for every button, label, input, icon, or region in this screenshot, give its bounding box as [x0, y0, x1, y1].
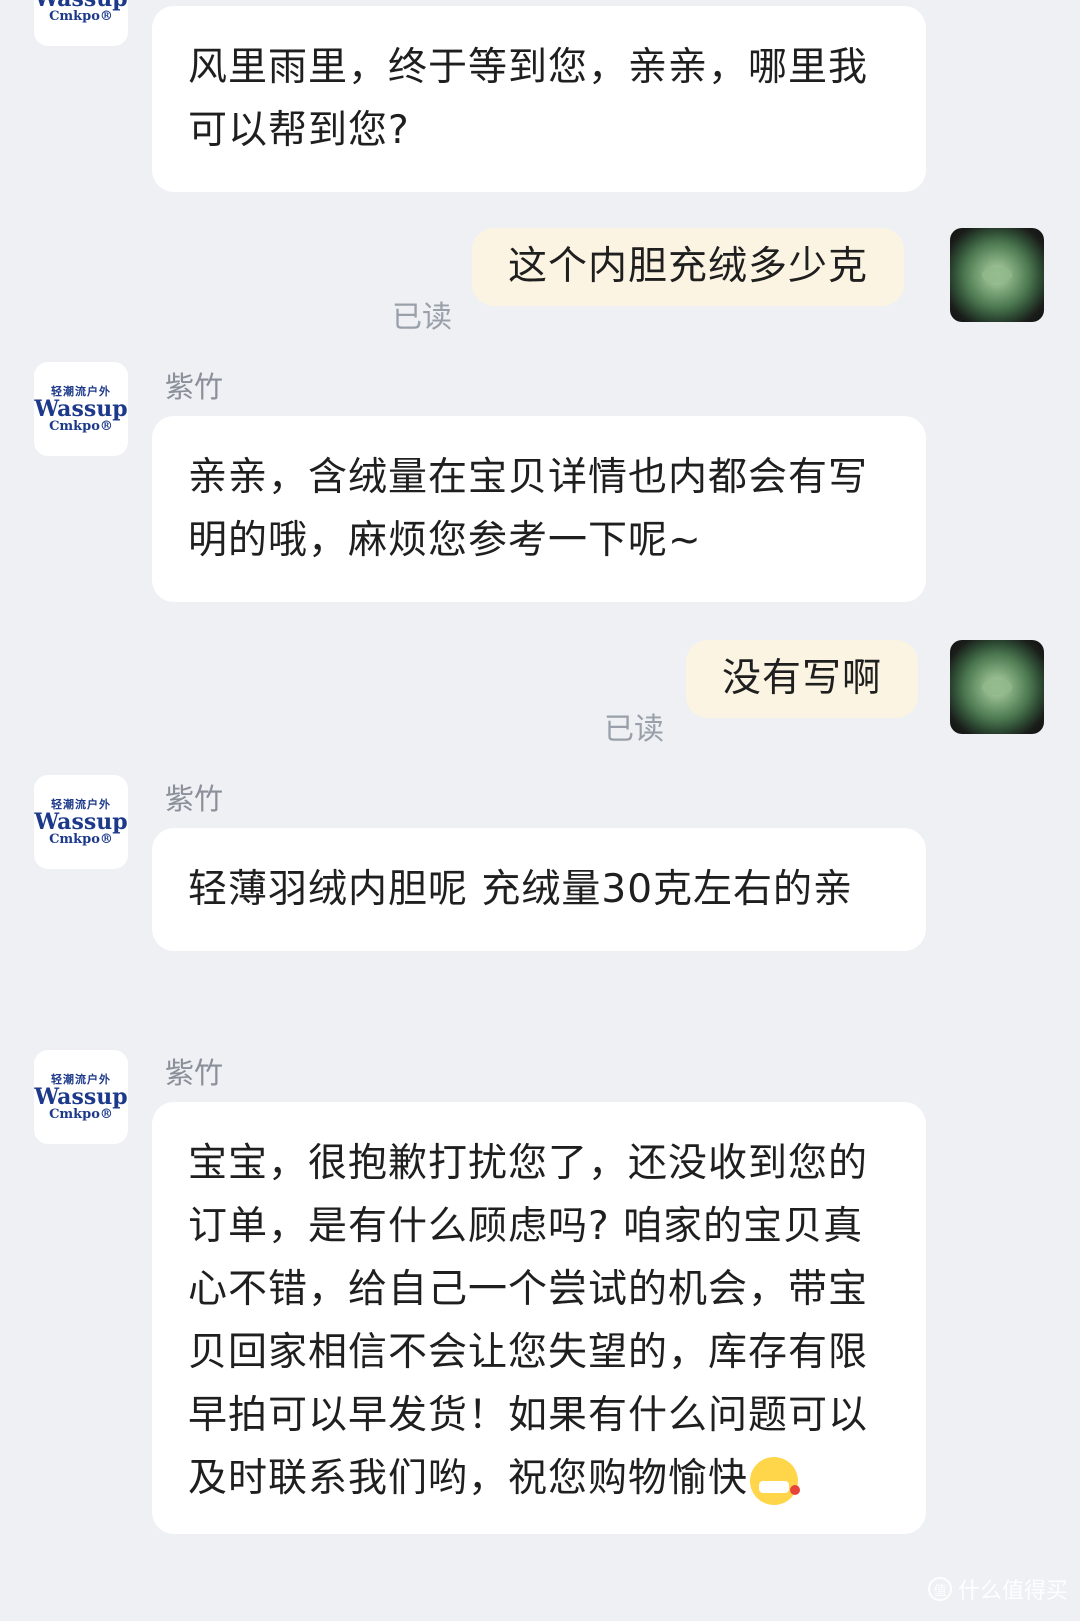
read-status: 已读: [392, 300, 452, 335]
watermark: 值 什么值得买: [927, 1573, 1068, 1605]
watermark-text: 什么值得买: [957, 1579, 1068, 1604]
read-status: 已读: [604, 712, 664, 747]
sender-name: 紫竹: [165, 1056, 224, 1090]
message-bubble-shop[interactable]: 亲亲，含绒量在宝贝详情也内都会有写明的哦，麻烦您参考一下呢~: [152, 416, 926, 602]
message-bubble-shop[interactable]: 轻薄羽绒内胆呢 充绒量30克左右的亲: [152, 828, 926, 951]
shop-avatar[interactable]: 轻潮流户外 Wassup Cmkpo®: [34, 0, 128, 46]
user-avatar[interactable]: [950, 228, 1044, 322]
message-bubble-me[interactable]: 这个内胆充绒多少克: [472, 228, 905, 306]
shop-avatar[interactable]: 轻潮流户外 Wassup Cmkpo®: [34, 1050, 128, 1144]
shop-avatar[interactable]: 轻潮流户外 Wassup Cmkpo®: [34, 362, 128, 456]
shop-avatar[interactable]: 轻潮流户外 Wassup Cmkpo®: [34, 775, 128, 869]
succulent-image: [982, 267, 1012, 283]
smzdm-logo-icon: 值: [927, 1577, 952, 1601]
message-bubble-shop[interactable]: 宝宝，很抱歉打扰您了，还没收到您的订单，是有什么顾虑吗? 咱家的宝贝真心不错，给…: [152, 1102, 926, 1534]
sender-name: 紫竹: [165, 370, 224, 404]
message-text: 宝宝，很抱歉打扰您了，还没收到您的订单，是有什么顾虑吗? 咱家的宝贝真心不错，给…: [188, 1141, 869, 1501]
message-bubble-shop[interactable]: 风里雨里，终于等到您，亲亲，哪里我可以帮到您?: [152, 6, 926, 192]
sick-face-emoji-icon: [750, 1456, 801, 1505]
succulent-image: [982, 679, 1012, 695]
message-bubble-me[interactable]: 没有写啊: [686, 640, 919, 718]
sender-name: 紫竹: [165, 782, 224, 816]
user-avatar[interactable]: [950, 640, 1044, 734]
